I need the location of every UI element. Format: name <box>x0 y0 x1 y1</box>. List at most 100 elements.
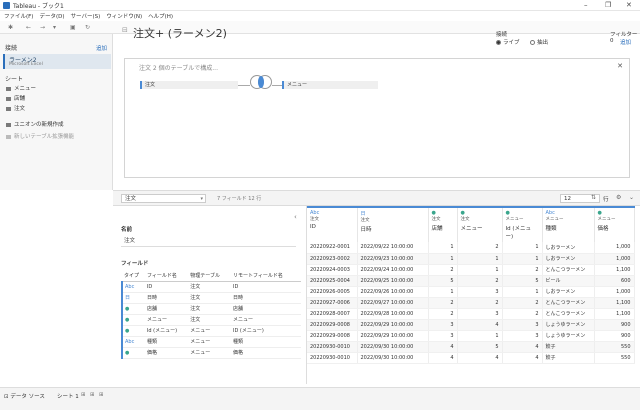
field-row[interactable]: ● メニュー 注文 メニュー <box>121 314 301 326</box>
new-story-icon[interactable]: ⊞ <box>99 392 104 398</box>
table-cell: 2022/09/30 10:00:00 <box>357 341 429 353</box>
column-header[interactable]: 日注文 日時 <box>357 206 429 242</box>
physical-table-header: 物理テーブル <box>188 270 231 282</box>
stepper-icon[interactable]: ⇅ <box>591 194 596 201</box>
column-header[interactable]: ● メニュー Id (メニュー) <box>502 206 543 242</box>
restore-icon[interactable]: ❐ <box>605 1 611 9</box>
column-table: 注文 <box>431 217 441 222</box>
remote-field-name: 価格 <box>231 347 301 359</box>
right-table-pill[interactable]: メニュー <box>282 81 378 89</box>
add-filter-link[interactable]: 追加 <box>620 38 631 46</box>
menu-data[interactable]: データ(D) <box>39 12 64 20</box>
field-row[interactable]: Abc ID 注文 ID <box>121 281 301 293</box>
chevron-down-icon[interactable]: ⌄ <box>629 194 634 201</box>
new-dashboard-icon[interactable]: ⊞ <box>90 392 95 398</box>
table-cell: 3 <box>457 286 503 298</box>
dropdown-icon[interactable]: ▾ <box>53 24 56 31</box>
live-radio[interactable]: ライブ <box>496 38 520 46</box>
table-cell: 2022/09/30 10:00:00 <box>357 352 429 364</box>
column-type-icon: Abc <box>545 210 555 216</box>
tab-sheet-1[interactable]: シート 1 <box>57 392 79 400</box>
table-cell: しおラーメン <box>542 253 595 265</box>
save-icon[interactable]: ▣ <box>70 24 76 31</box>
refresh-icon[interactable]: ↻ <box>85 24 90 31</box>
table-cell: 1,100 <box>594 297 635 309</box>
page-title[interactable]: 注文+ (ラーメン2) <box>133 25 227 41</box>
table-cell: 3 <box>428 330 458 342</box>
sheet-item-store[interactable]: 店舗 <box>6 94 25 102</box>
field-row[interactable]: ● 店舗 注文 店舗 <box>121 303 301 315</box>
physical-table: 注文 <box>188 303 231 315</box>
name-value[interactable]: 注文 <box>124 236 135 244</box>
column-header[interactable]: ● 注文 店舗 <box>428 206 458 242</box>
column-header[interactable]: Abc メニュー 種類 <box>542 206 595 242</box>
menu-window[interactable]: ウィンドウ(N) <box>106 12 142 20</box>
column-header[interactable]: Abc 注文 ID <box>307 206 358 242</box>
table-cell: 2022/09/26 10:00:00 <box>357 286 429 298</box>
title-bar: Tableau - ブック1 – ❐ ✕ <box>0 0 640 11</box>
physical-table: メニュー <box>188 336 231 348</box>
forward-icon[interactable]: → <box>40 24 45 31</box>
field-row[interactable]: ● Id (メニュー) メニュー ID (メニュー) <box>121 325 301 337</box>
collapse-icon[interactable]: ‹ <box>294 213 297 221</box>
remote-field-header: リモートフィールド名 <box>231 270 301 282</box>
back-icon[interactable]: ← <box>26 24 31 31</box>
column-type-icon: ● <box>597 210 602 216</box>
table-select[interactable]: 注文 <box>121 194 206 203</box>
column-table: 注文 <box>360 218 370 223</box>
connection-item[interactable]: ラーメン2 Microsoft Excel <box>3 54 111 69</box>
gear-icon[interactable]: ⚙ <box>616 194 621 201</box>
column-table: 注文 <box>310 217 319 222</box>
column-header[interactable]: ● 注文 メニュー <box>457 206 503 242</box>
table-cell: しおラーメン <box>542 286 595 298</box>
new-table-extension-item[interactable]: 新しいテーブル拡張機能 <box>6 132 74 140</box>
table-cell: 20220929-0008 <box>307 319 358 331</box>
logical-table-area[interactable]: 注文 2 個のテーブルで構成... ✕ 注文 メニュー <box>124 58 630 178</box>
grid-toolbar: 注文 7 フィールド 12 行 12 行 ⇅ ⚙ ⌄ <box>113 190 640 206</box>
table-cell: 3 <box>457 308 503 320</box>
table-cell: しょうゆラーメン <box>542 319 595 331</box>
table-cell: 900 <box>594 319 635 331</box>
minimize-icon[interactable]: – <box>584 1 588 9</box>
field-row[interactable]: ● 価格 メニュー 価格 <box>121 347 301 359</box>
new-union-item[interactable]: ユニオンの新規作成 <box>6 120 64 128</box>
column-name: 日時 <box>360 227 372 233</box>
sheet-item-order[interactable]: 注文 <box>6 104 25 112</box>
field-row[interactable]: Abc 種類 メニュー 種類 <box>121 336 301 348</box>
field-type-icon: Abc <box>121 281 145 293</box>
tableau-logo-icon[interactable]: ✱ <box>8 24 13 31</box>
table-cell: 1,100 <box>594 308 635 320</box>
column-table: 注文 <box>460 217 470 222</box>
field-info: 7 フィールド 12 行 <box>217 196 262 202</box>
tab-data-source[interactable]: ⊡ データ ソース <box>4 392 45 400</box>
table-cell: 2022/09/24 10:00:00 <box>357 264 429 276</box>
extension-icon <box>6 134 11 139</box>
sheet-item-menu[interactable]: メニュー <box>6 84 36 92</box>
column-header[interactable]: ● メニュー 価格 <box>594 206 635 242</box>
table-cell: 20220930-0010 <box>307 341 358 353</box>
filter-label: フィルター <box>610 32 638 38</box>
column-name: 店舗 <box>431 226 443 232</box>
inner-join-icon[interactable] <box>250 75 272 89</box>
close-icon[interactable]: ✕ <box>626 1 632 9</box>
extract-radio[interactable]: 抽出 <box>530 38 548 46</box>
new-sheet-icon[interactable]: ⊞ <box>81 392 86 398</box>
table-cell: 5 <box>428 275 458 287</box>
field-row[interactable]: 日日時 注文 日時 <box>121 292 301 304</box>
table-row: 20220924-0003 2022/09/24 10:00:00 2 1 2 とんこつラ… <box>307 264 635 276</box>
left-table-pill[interactable]: 注文 <box>140 81 238 89</box>
join-line <box>238 85 250 86</box>
name-label: 名前 <box>121 227 133 233</box>
window-title: Tableau - ブック1 <box>13 3 64 10</box>
connection-mode-label: 接続 <box>496 32 508 38</box>
close-icon[interactable]: ✕ <box>617 62 623 70</box>
menu-server[interactable]: サーバー(S) <box>71 12 101 20</box>
table-cell: 20220924-0003 <box>307 264 358 276</box>
menu-file[interactable]: ファイル(F) <box>4 12 33 20</box>
data-table: Abc 注文 ID 日注文 日時 ● 注文 店舗 ● 注文 メニュー ● メニュー Id (メニュー) Ab… <box>307 206 635 364</box>
menu-help[interactable]: ヘルプ(H) <box>148 12 173 20</box>
table-cell: とんこつラーメン <box>542 308 595 320</box>
table-cell: 4 <box>502 341 543 353</box>
add-connection-link[interactable]: 追加 <box>96 44 107 52</box>
data-grid: Abc 注文 ID 日注文 日時 ● 注文 店舗 ● 注文 メニュー ● メニュー Id (メニュー) Ab… <box>306 206 640 384</box>
